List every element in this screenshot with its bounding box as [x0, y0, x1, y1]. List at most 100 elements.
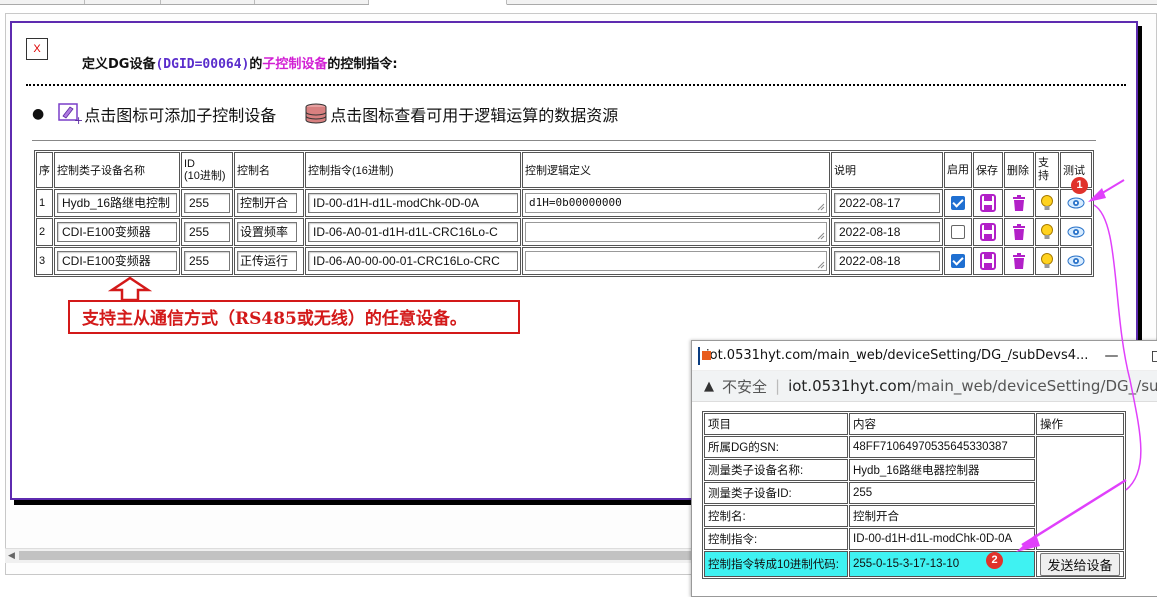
lightbulb-icon[interactable]: [1039, 194, 1055, 212]
logic-textarea[interactable]: [525, 251, 827, 271]
tab[interactable]: [255, 0, 369, 4]
annotation-badge-1: 1: [1071, 177, 1088, 194]
header-name: 控制类子设备名称: [54, 152, 180, 188]
annotation-badge-2: 2: [986, 552, 1003, 569]
resize-grip-icon[interactable]: [815, 259, 825, 269]
lightbulb-icon[interactable]: [1039, 223, 1055, 241]
header-desc: 说明: [831, 152, 943, 188]
save-icon[interactable]: [980, 223, 996, 241]
add-device-icon[interactable]: +: [58, 103, 82, 125]
popup-titlebar: iot.0531hyt.com/main_web/deviceSetting/D…: [692, 341, 1157, 371]
address-path[interactable]: /main_web/deviceSetting/DG_/subDevs: [911, 377, 1157, 395]
warning-icon[interactable]: ▲: [704, 379, 714, 394]
save-icon[interactable]: [980, 194, 996, 212]
enable-checkbox[interactable]: [951, 225, 965, 239]
header-content: 内容: [849, 413, 1035, 435]
popup-header-row: 项目 内容 操作: [704, 413, 1124, 435]
id-input[interactable]: 255: [184, 193, 230, 213]
maximize-button[interactable]: □: [1134, 348, 1157, 364]
svg-text:+: +: [74, 114, 82, 125]
desc-input[interactable]: 2022-08-18: [834, 251, 940, 271]
logic-textarea[interactable]: [525, 222, 827, 242]
up-arrow-icon: [108, 276, 152, 302]
resize-grip-icon[interactable]: [815, 201, 825, 211]
trash-icon[interactable]: [1011, 223, 1027, 241]
trash-icon[interactable]: [1011, 194, 1027, 212]
insecure-label[interactable]: 不安全: [722, 376, 767, 397]
horizontal-scrollbar[interactable]: ◀: [5, 548, 691, 563]
logic-text: d1H=0b00000000: [529, 196, 622, 209]
header-op: 操作: [1036, 413, 1124, 435]
detail-label: 控制指令:: [704, 528, 848, 550]
tab-strip: [0, 0, 1157, 5]
save-icon[interactable]: [980, 252, 996, 270]
header-item: 项目: [704, 413, 848, 435]
lightbulb-icon[interactable]: [1039, 252, 1055, 270]
tab[interactable]: [0, 0, 85, 4]
cmd-input[interactable]: ID-00-d1H-d1L-modChk-0D-0A: [308, 193, 518, 213]
cmd-input[interactable]: ID-06-A0-00-00-01-CRC16Lo-CRC: [308, 251, 518, 271]
name-input[interactable]: CDI-E100变频器: [57, 251, 177, 271]
ctrl-name-input[interactable]: 正传运行: [237, 251, 297, 271]
scroll-left-icon[interactable]: ◀: [8, 550, 15, 561]
close-button[interactable]: X: [26, 38, 48, 60]
detail-row-decimal: 控制指令转成10进制代码: 255-0-15-3-17-13-10 发送给设备: [704, 551, 1124, 577]
scrollbar-thumb[interactable]: [19, 551, 691, 560]
table-row: 1 Hydb_16路继电控制 255 控制开合 ID-00-d1H-d1L-mo…: [36, 189, 1092, 217]
name-input[interactable]: CDI-E100变频器: [57, 222, 177, 242]
address-host[interactable]: iot.0531hyt.com: [788, 377, 911, 395]
logic-textarea[interactable]: d1H=0b00000000: [525, 193, 827, 213]
desc-input[interactable]: 2022-08-18: [834, 222, 940, 242]
ctrl-name-input[interactable]: 控制开合: [237, 193, 297, 213]
op-cell: [1036, 436, 1124, 550]
detail-label: 测量类子设备名称:: [704, 459, 848, 481]
send-to-device-button[interactable]: 发送给设备: [1040, 552, 1120, 576]
id-input[interactable]: 255: [184, 251, 230, 271]
header-enable: 启用: [944, 152, 972, 188]
header-support: 支持: [1035, 152, 1059, 188]
eye-icon[interactable]: [1067, 252, 1085, 270]
database-icon[interactable]: [304, 103, 328, 125]
enable-checkbox[interactable]: [951, 254, 965, 268]
table-row: 3 CDI-E100变频器 255 正传运行 ID-06-A0-00-00-01…: [36, 247, 1092, 275]
detail-label: 控制名:: [704, 505, 848, 527]
header-logic: 控制逻辑定义: [522, 152, 830, 188]
minimize-button[interactable]: —: [1088, 348, 1134, 364]
name-input[interactable]: Hydb_16路继电控制: [57, 193, 177, 213]
dotted-divider: [26, 84, 1126, 86]
popup-window-title: iot.0531hyt.com/main_web/deviceSetting/D…: [706, 348, 1089, 363]
header-ctrl-name: 控制名: [234, 152, 304, 188]
desc-input[interactable]: 2022-08-17: [834, 193, 940, 213]
tab-active[interactable]: [369, 0, 507, 5]
header-seq: 序: [36, 152, 53, 188]
decimal-code-value: 255-0-15-3-17-13-10: [849, 551, 1035, 577]
hint-line: ● + 点击图标可添加子控制设备 点击图标查看可用于逻辑运算的数据资源: [32, 102, 618, 126]
detail-value: 控制开合: [849, 505, 1035, 527]
cmd-input[interactable]: ID-06-A0-01-d1H-d1L-CRC16Lo-C: [308, 222, 518, 242]
bullet: ●: [32, 106, 45, 122]
detail-label: 测量类子设备ID:: [704, 482, 848, 504]
cell-seq: 2: [36, 218, 53, 246]
dialog-title: 定义DG设备(DGID=00064)的子控制设备的控制指令:: [82, 53, 398, 72]
title-sub-device: 子控制设备: [262, 57, 328, 72]
site-favicon-icon: [698, 346, 711, 365]
eye-icon[interactable]: [1067, 223, 1085, 241]
trash-icon[interactable]: [1011, 252, 1027, 270]
address-bar[interactable]: ▲ 不安全 | iot.0531hyt.com/main_web/deviceS…: [692, 371, 1157, 402]
hint-add-text: 点击图标可添加子控制设备: [84, 106, 277, 125]
tab[interactable]: [161, 0, 255, 4]
eye-icon[interactable]: [1067, 194, 1085, 212]
id-input[interactable]: 255: [184, 222, 230, 242]
detail-label: 所属DG的SN:: [704, 436, 848, 458]
tab[interactable]: [85, 0, 161, 4]
cell-seq: 1: [36, 189, 53, 217]
header-delete: 删除: [1004, 152, 1034, 188]
table-header-row: 序 控制类子设备名称 ID (10进制) 控制名 控制指令(16进制) 控制逻辑…: [36, 152, 1092, 188]
title-gid: (DGID=00064): [155, 57, 250, 72]
ctrl-name-input[interactable]: 设置频率: [237, 222, 297, 242]
title-suffix: 的控制指令:: [327, 57, 398, 72]
enable-checkbox[interactable]: [951, 196, 965, 210]
title-mid: 的: [249, 57, 263, 72]
header-cmd: 控制指令(16进制): [305, 152, 521, 188]
resize-grip-icon[interactable]: [815, 230, 825, 240]
